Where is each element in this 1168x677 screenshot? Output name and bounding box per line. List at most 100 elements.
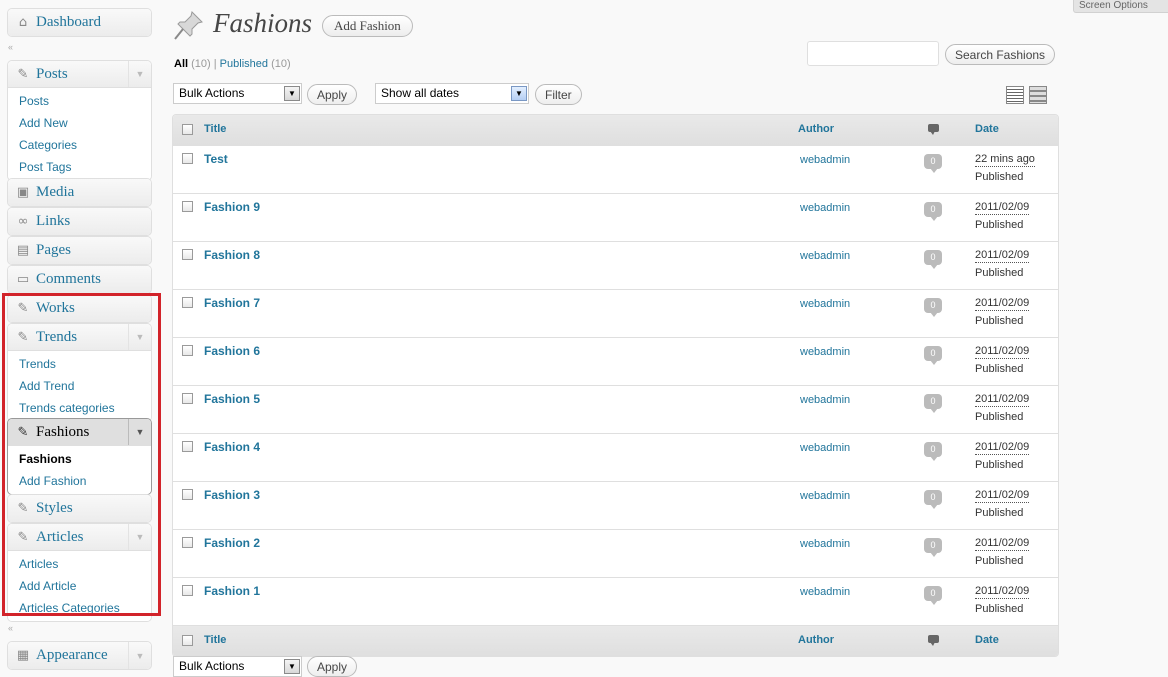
menu-posts-header[interactable]: ✎ Posts ▼: [8, 61, 151, 88]
row-checkbox[interactable]: [182, 537, 193, 548]
comment-count-badge[interactable]: 0: [924, 346, 942, 365]
menu-pages[interactable]: ▤ Pages: [7, 236, 152, 265]
menu-links[interactable]: ∞ Links: [7, 207, 152, 236]
table-footer: Title Author Date: [173, 625, 1058, 656]
author-link[interactable]: webadmin: [800, 586, 850, 598]
column-date[interactable]: Date: [975, 634, 999, 646]
post-status: Published: [975, 219, 1024, 231]
table-header: Title Author Date: [173, 115, 1058, 146]
menu-comments[interactable]: ▭ Comments: [7, 265, 152, 294]
column-title[interactable]: Title: [204, 123, 226, 135]
comment-count-badge[interactable]: 0: [924, 442, 942, 461]
row-checkbox[interactable]: [182, 489, 193, 500]
select-all-checkbox[interactable]: [182, 124, 193, 135]
comment-bubble-icon[interactable]: [928, 635, 939, 646]
apply-button[interactable]: Apply: [307, 84, 358, 105]
add-fashion-button[interactable]: Add Fashion: [322, 15, 413, 37]
chevron-down-icon[interactable]: ▼: [128, 61, 151, 87]
author-link[interactable]: webadmin: [800, 250, 850, 262]
submenu-item[interactable]: Categories: [8, 134, 151, 156]
row-checkbox[interactable]: [182, 441, 193, 452]
row-checkbox[interactable]: [182, 153, 193, 164]
row-checkbox[interactable]: [182, 297, 193, 308]
collapse-arrow-icon[interactable]: «: [8, 623, 13, 633]
post-status: Published: [975, 315, 1024, 327]
filter-button[interactable]: Filter: [535, 84, 582, 105]
post-title-link[interactable]: Fashion 2: [204, 536, 260, 550]
dropdown-arrow-icon[interactable]: ▼: [511, 86, 527, 101]
submenu-item[interactable]: Posts: [8, 90, 151, 112]
comment-count-badge[interactable]: 0: [924, 202, 942, 221]
column-author[interactable]: Author: [798, 123, 834, 135]
search-fashions-button[interactable]: Search Fashions: [945, 44, 1056, 65]
post-title-link[interactable]: Fashion 4: [204, 440, 260, 454]
post-status: Published: [975, 363, 1024, 375]
table-row: Fashion 2 webadmin 0 2011/02/09 Published: [173, 530, 1058, 578]
link-icon: ∞: [17, 214, 29, 229]
author-link[interactable]: webadmin: [800, 490, 850, 502]
row-checkbox[interactable]: [182, 345, 193, 356]
post-title-link[interactable]: Fashion 1: [204, 584, 260, 598]
dropdown-arrow-icon[interactable]: ▼: [284, 659, 300, 674]
author-link[interactable]: webadmin: [800, 442, 850, 454]
bulk-actions-select-bottom[interactable]: Bulk Actions ▼: [173, 656, 302, 677]
dropdown-arrow-icon[interactable]: ▼: [284, 86, 300, 101]
menu-appearance-header[interactable]: ▦ Appearance ▼: [8, 642, 151, 669]
post-title-link[interactable]: Test: [204, 152, 228, 166]
post-title-link[interactable]: Fashion 6: [204, 344, 260, 358]
comment-count-badge[interactable]: 0: [924, 154, 942, 173]
menu-dashboard[interactable]: ⌂ Dashboard: [7, 8, 152, 37]
author-link[interactable]: webadmin: [800, 202, 850, 214]
comment-count-badge[interactable]: 0: [924, 538, 942, 557]
post-title-link[interactable]: Fashion 9: [204, 200, 260, 214]
column-author[interactable]: Author: [798, 634, 834, 646]
post-title-link[interactable]: Fashion 3: [204, 488, 260, 502]
column-title[interactable]: Title: [204, 634, 226, 646]
apply-button-bottom[interactable]: Apply: [307, 656, 358, 677]
menu-media[interactable]: ▣ Media: [7, 178, 152, 207]
row-checkbox[interactable]: [182, 201, 193, 212]
date-filter-select[interactable]: Show all dates ▼: [375, 83, 529, 104]
filter-all-link[interactable]: All: [174, 58, 188, 70]
appearance-icon: ▦: [16, 648, 30, 663]
comment-bubble-icon[interactable]: [928, 124, 939, 135]
post-title-link[interactable]: Fashion 8: [204, 248, 260, 262]
author-link[interactable]: webadmin: [800, 346, 850, 358]
comment-count-badge[interactable]: 0: [924, 298, 942, 317]
list-view-icon[interactable]: [1006, 86, 1024, 104]
post-title-link[interactable]: Fashion 7: [204, 296, 260, 310]
author-link[interactable]: webadmin: [800, 298, 850, 310]
comment-count-badge[interactable]: 0: [924, 394, 942, 413]
post-status: Published: [975, 603, 1024, 615]
author-link[interactable]: webadmin: [800, 538, 850, 550]
bulk-actions-select[interactable]: Bulk Actions ▼: [173, 83, 302, 104]
column-date[interactable]: Date: [975, 123, 999, 135]
excerpt-view-icon[interactable]: [1029, 86, 1047, 104]
chevron-down-icon[interactable]: ▼: [128, 642, 151, 669]
row-checkbox[interactable]: [182, 249, 193, 260]
select-all-checkbox[interactable]: [182, 635, 193, 646]
row-checkbox[interactable]: [182, 393, 193, 404]
post-date: 2011/02/09: [975, 249, 1030, 263]
post-status: Published: [975, 171, 1024, 183]
submenu-item[interactable]: Add New: [8, 112, 151, 134]
comment-count-badge[interactable]: 0: [924, 586, 942, 605]
posts-table: Title Author Date Test webadmin 0 22 mins a…: [172, 114, 1059, 657]
comment-count-badge[interactable]: 0: [924, 490, 942, 509]
filter-published-link[interactable]: Published: [220, 58, 268, 70]
collapse-arrow-icon[interactable]: «: [8, 42, 13, 52]
submenu-item[interactable]: Post Tags: [8, 156, 151, 178]
menu-label: Comments: [36, 271, 102, 287]
screen-options-tab[interactable]: Screen Options: [1073, 0, 1168, 13]
comment-count-badge[interactable]: 0: [924, 250, 942, 269]
menu-appearance: ▦ Appearance ▼: [7, 641, 152, 670]
search-input[interactable]: [807, 41, 939, 66]
post-title-link[interactable]: Fashion 5: [204, 392, 260, 406]
author-link[interactable]: webadmin: [800, 154, 850, 166]
post-date: 2011/02/09: [975, 585, 1030, 599]
post-status: Published: [975, 267, 1024, 279]
select-value: Show all dates: [381, 86, 460, 100]
author-link[interactable]: webadmin: [800, 394, 850, 406]
row-checkbox[interactable]: [182, 585, 193, 596]
pages-icon: ▤: [16, 243, 30, 258]
